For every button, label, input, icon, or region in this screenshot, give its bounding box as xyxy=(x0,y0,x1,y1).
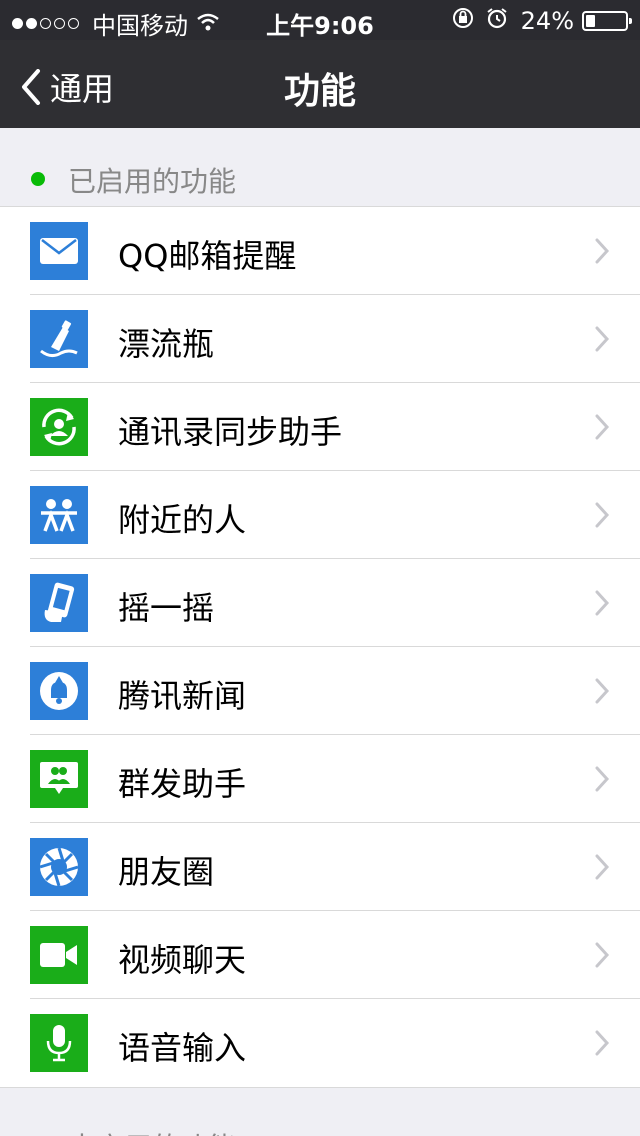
feature-label: 漂流瓶 xyxy=(118,325,215,363)
feature-label: 群发助手 xyxy=(118,765,247,803)
page-title: 功能 xyxy=(283,71,356,112)
broadcast-icon xyxy=(30,750,88,808)
feature-label: QQ邮箱提醒 xyxy=(118,237,297,275)
feature-row-shake[interactable]: 摇一摇 xyxy=(0,559,640,647)
chevron-right-icon xyxy=(595,942,610,968)
chevron-right-icon xyxy=(595,854,610,880)
microphone-icon xyxy=(30,1014,88,1072)
feature-label: 腾讯新闻 xyxy=(118,677,247,715)
disabled-section-header: 未启用的功能 xyxy=(0,1086,640,1136)
chevron-right-icon xyxy=(595,414,610,440)
enabled-section-title: 已启用的功能 xyxy=(68,165,237,198)
feature-row-drift-bottle[interactable]: 漂流瓶 xyxy=(0,295,640,383)
chevron-right-icon xyxy=(595,502,610,528)
moments-icon xyxy=(30,838,88,896)
chevron-right-icon xyxy=(595,590,610,616)
feature-row-tencent-news[interactable]: 腾讯新闻 xyxy=(0,647,640,735)
feature-row-contact-sync[interactable]: 通讯录同步助手 xyxy=(0,383,640,471)
feature-row-moments[interactable]: 朋友圈 xyxy=(0,823,640,911)
contact-sync-icon xyxy=(30,398,88,456)
chevron-right-icon xyxy=(595,678,610,704)
alarm-icon xyxy=(485,6,509,36)
people-nearby-icon xyxy=(30,486,88,544)
feature-label: 朋友圈 xyxy=(118,853,215,891)
news-icon xyxy=(30,662,88,720)
feature-row-people-nearby[interactable]: 附近的人 xyxy=(0,471,640,559)
disabled-section-title: 未启用的功能 xyxy=(68,1126,236,1136)
feature-label: 语音输入 xyxy=(118,1029,247,1067)
mail-icon xyxy=(30,222,88,280)
feature-label: 通讯录同步助手 xyxy=(118,413,343,451)
battery-percent: 24% xyxy=(520,7,574,35)
feature-row-voice-input[interactable]: 语音输入 xyxy=(0,999,640,1087)
chevron-right-icon xyxy=(595,766,610,792)
chevron-right-icon xyxy=(595,326,610,352)
feature-row-video-chat[interactable]: 视频聊天 xyxy=(0,911,640,999)
bottle-icon xyxy=(30,310,88,368)
feature-row-qq-mail[interactable]: QQ邮箱提醒 xyxy=(0,207,640,295)
feature-label: 附近的人 xyxy=(118,501,247,539)
status-right: 24% xyxy=(451,6,632,36)
navigation-bar: 通用 功能 xyxy=(0,40,640,128)
feature-list: QQ邮箱提醒 漂流瓶 通讯录同步助手 附近的人 摇一摇 腾讯新闻 群发助手 朋友… xyxy=(0,206,640,1088)
status-bar: 中国移动 上午9:06 24% xyxy=(0,0,640,40)
rotation-lock-icon xyxy=(451,6,475,36)
chevron-right-icon xyxy=(595,238,610,264)
feature-label: 视频聊天 xyxy=(118,941,247,979)
feature-label: 摇一摇 xyxy=(118,589,215,627)
enabled-section-header: 已启用的功能 xyxy=(0,128,640,206)
shake-icon xyxy=(30,574,88,632)
enabled-indicator-icon xyxy=(31,172,45,186)
feature-row-broadcast[interactable]: 群发助手 xyxy=(0,735,640,823)
battery-icon xyxy=(582,11,632,31)
chevron-right-icon xyxy=(595,1030,610,1056)
video-icon xyxy=(30,926,88,984)
